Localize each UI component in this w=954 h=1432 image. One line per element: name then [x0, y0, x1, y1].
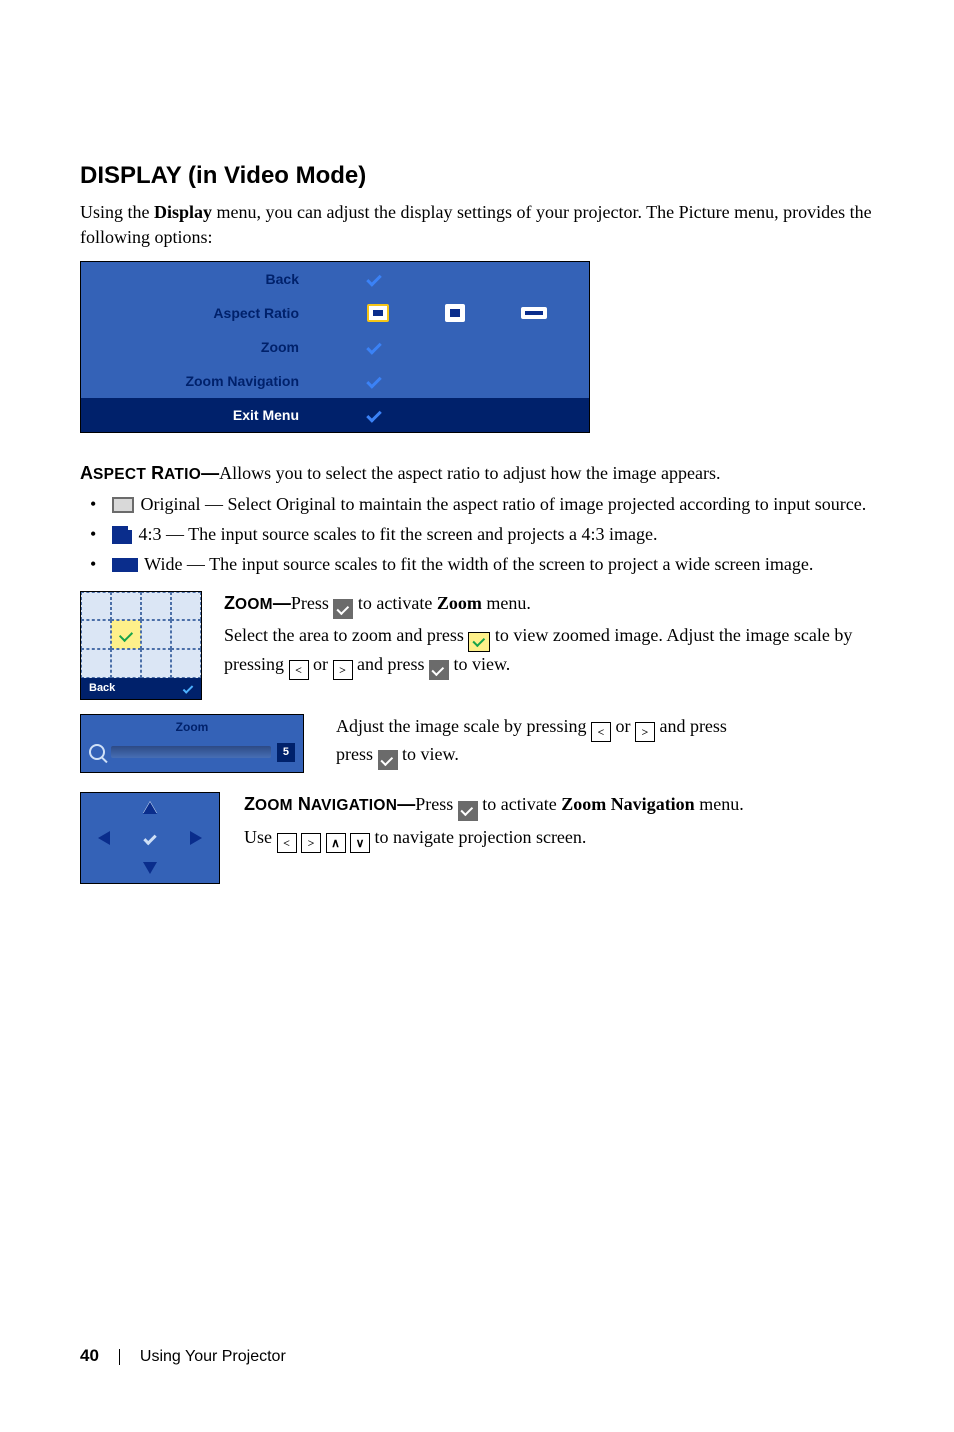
zoom-grid-cell-active	[111, 620, 141, 649]
zoom-slider-text-block: Adjust the image scale by pressing or an…	[336, 714, 874, 775]
zoom-nav-bold: Zoom Navigation	[561, 794, 695, 814]
zoom-slider-text: Adjust the image scale by pressing	[336, 716, 591, 736]
aspect-ratio-label: ASPECT RATIO—	[80, 463, 219, 483]
intro-text: Using the	[80, 202, 154, 222]
aspect-original-icon	[367, 304, 389, 322]
enter-key-icon	[378, 750, 398, 770]
osd-display-menu: Back Aspect Ratio Zoom Zoom Navigation E…	[80, 261, 590, 433]
zoom-slider-section: Zoom 5 Adjust the image scale by pressin…	[80, 714, 874, 775]
page-number: 40	[80, 1345, 99, 1368]
footer-section-title: Using Your Projector	[140, 1346, 286, 1368]
footer-divider	[119, 1349, 120, 1365]
zoom-navigation-figure	[80, 792, 220, 884]
enter-key-icon	[458, 801, 478, 821]
osd-label-aspect-ratio: Aspect Ratio	[81, 304, 311, 323]
zoom-label: ZOOM—	[224, 593, 291, 613]
zoom-slider-figure: Zoom 5	[80, 714, 304, 773]
right-key-icon	[333, 660, 353, 680]
left-key-icon	[277, 833, 297, 853]
aspect-ratio-desc: Allows you to select the aspect ratio to…	[219, 463, 720, 483]
zoom-nav-press-text: Press	[415, 794, 458, 814]
enter-key-yellow-icon	[468, 632, 490, 652]
osd-label-zoom: Zoom	[81, 338, 311, 357]
osd-label-zoom-navigation: Zoom Navigation	[81, 372, 311, 391]
zoom-text-block: ZOOM—Press to activate Zoom menu. Select…	[224, 591, 874, 700]
page-footer: 40 Using Your Projector	[80, 1345, 286, 1368]
zoom-grid-cell	[171, 620, 201, 649]
down-key-icon	[350, 833, 370, 853]
magnifier-icon	[89, 744, 105, 760]
check-icon	[366, 271, 382, 287]
zoom-grid-cell	[141, 649, 171, 678]
intro-bold: Display	[154, 202, 212, 222]
osd-row-aspect-ratio: Aspect Ratio	[81, 296, 589, 330]
zoom-grid-cell	[81, 620, 111, 649]
zoom-grid-cell	[111, 649, 141, 678]
zoom-bold: Zoom	[437, 593, 482, 613]
arrow-up-icon	[143, 802, 157, 814]
zoom-grid-cell	[171, 592, 201, 621]
four-three-box-icon	[112, 526, 132, 544]
zoom-navigation-text-block: ZOOM NAVIGATION—Press to activate Zoom N…	[244, 792, 874, 857]
zoom-grid-cell	[81, 592, 111, 621]
zoom-press-text: Press	[291, 593, 334, 613]
zoom-select-text: Select the area to zoom and press	[224, 625, 468, 645]
right-key-icon	[301, 833, 321, 853]
osd-row-zoom: Zoom	[81, 330, 589, 364]
zoom-grid-cell	[111, 592, 141, 621]
original-box-icon	[112, 497, 134, 513]
arrow-right-icon	[190, 831, 202, 845]
check-icon	[366, 407, 382, 423]
zoom-slider-value: 5	[277, 743, 295, 762]
aspect-ratio-paragraph: ASPECT RATIO—Allows you to select the as…	[80, 461, 874, 486]
osd-label-back: Back	[81, 270, 311, 289]
intro-paragraph: Using the Display menu, you can adjust t…	[80, 200, 874, 249]
check-icon	[143, 831, 156, 844]
osd-row-zoom-navigation: Zoom Navigation	[81, 364, 589, 398]
bullet-43-text: 4:3 — The input source scales to fit the…	[134, 524, 658, 544]
check-icon	[366, 373, 382, 389]
zoom-grid-cell	[141, 620, 171, 649]
bullet-original: Original — Select Original to maintain t…	[108, 492, 874, 516]
check-icon	[366, 339, 382, 355]
zoom-nav-label: ZOOM NAVIGATION—	[244, 794, 415, 814]
osd-row-exit-menu: Exit Menu	[81, 398, 589, 432]
zoom-grid-cell	[141, 592, 171, 621]
zoom-grid	[81, 592, 201, 678]
check-icon	[183, 683, 194, 694]
left-key-icon	[289, 660, 309, 680]
enter-key-icon	[333, 599, 353, 619]
aspect-wide-icon	[521, 307, 547, 319]
bullet-wide-text: Wide — The input source scales to fit th…	[140, 554, 813, 574]
wide-box-icon	[112, 558, 138, 572]
osd-row-back: Back	[81, 262, 589, 296]
bullet-wide: Wide — The input source scales to fit th…	[108, 552, 874, 576]
right-key-icon	[635, 722, 655, 742]
up-key-icon	[326, 833, 346, 853]
zoom-grid-footer: Back	[81, 678, 201, 699]
left-key-icon	[591, 722, 611, 742]
aspect-43-icon	[445, 304, 465, 322]
bullet-original-text: Original — Select Original to maintain t…	[136, 494, 866, 514]
zoom-grid-cell	[171, 649, 201, 678]
arrow-left-icon	[98, 831, 110, 845]
zoom-slider-title: Zoom	[81, 715, 303, 739]
bullet-43: 4:3 — The input source scales to fit the…	[108, 522, 874, 546]
aspect-ratio-bullets: Original — Select Original to maintain t…	[80, 492, 874, 577]
osd-label-exit-menu: Exit Menu	[81, 406, 311, 425]
zoom-slider-track	[111, 746, 271, 758]
zoom-grid-figure: Back	[80, 591, 202, 700]
zoom-navigation-section: ZOOM NAVIGATION—Press to activate Zoom N…	[80, 792, 874, 884]
section-heading: DISPLAY (in Video Mode)	[80, 160, 874, 192]
arrow-down-icon	[143, 862, 157, 874]
zoom-section: Back ZOOM—Press to activate Zoom menu. S…	[80, 591, 874, 700]
zoom-grid-back-label: Back	[89, 681, 115, 696]
zoom-grid-cell	[81, 649, 111, 678]
zoom-nav-use-text: Use	[244, 827, 277, 847]
enter-key-icon	[429, 660, 449, 680]
